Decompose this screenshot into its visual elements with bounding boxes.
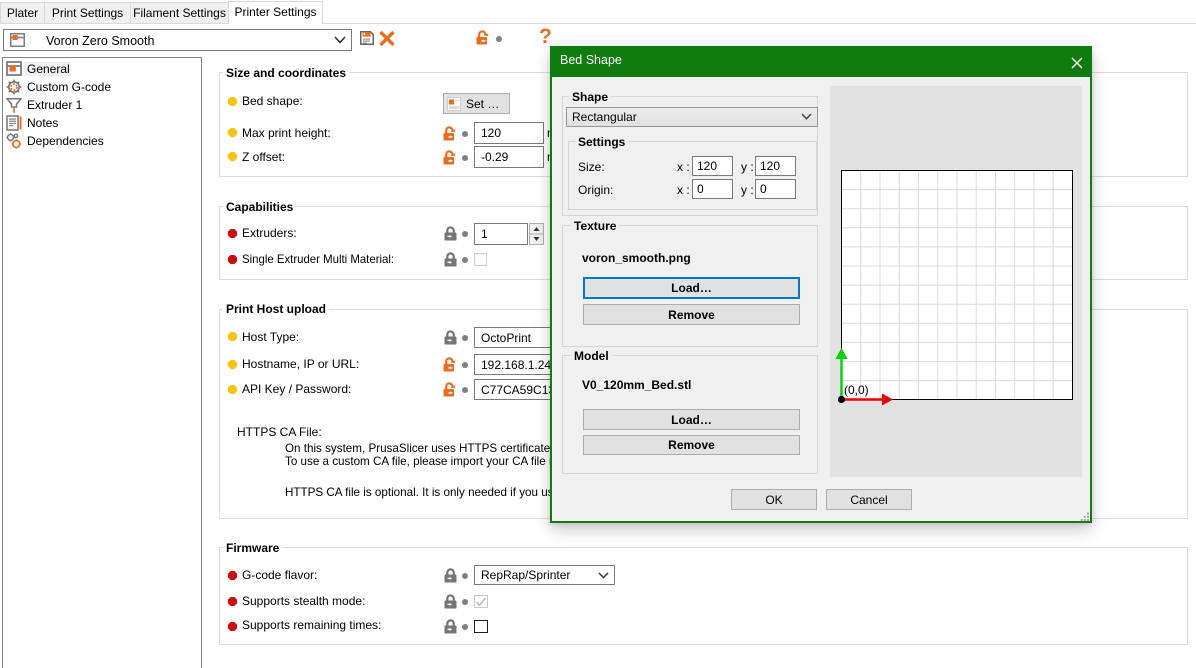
svg-text:(0,0): (0,0) <box>844 383 869 397</box>
